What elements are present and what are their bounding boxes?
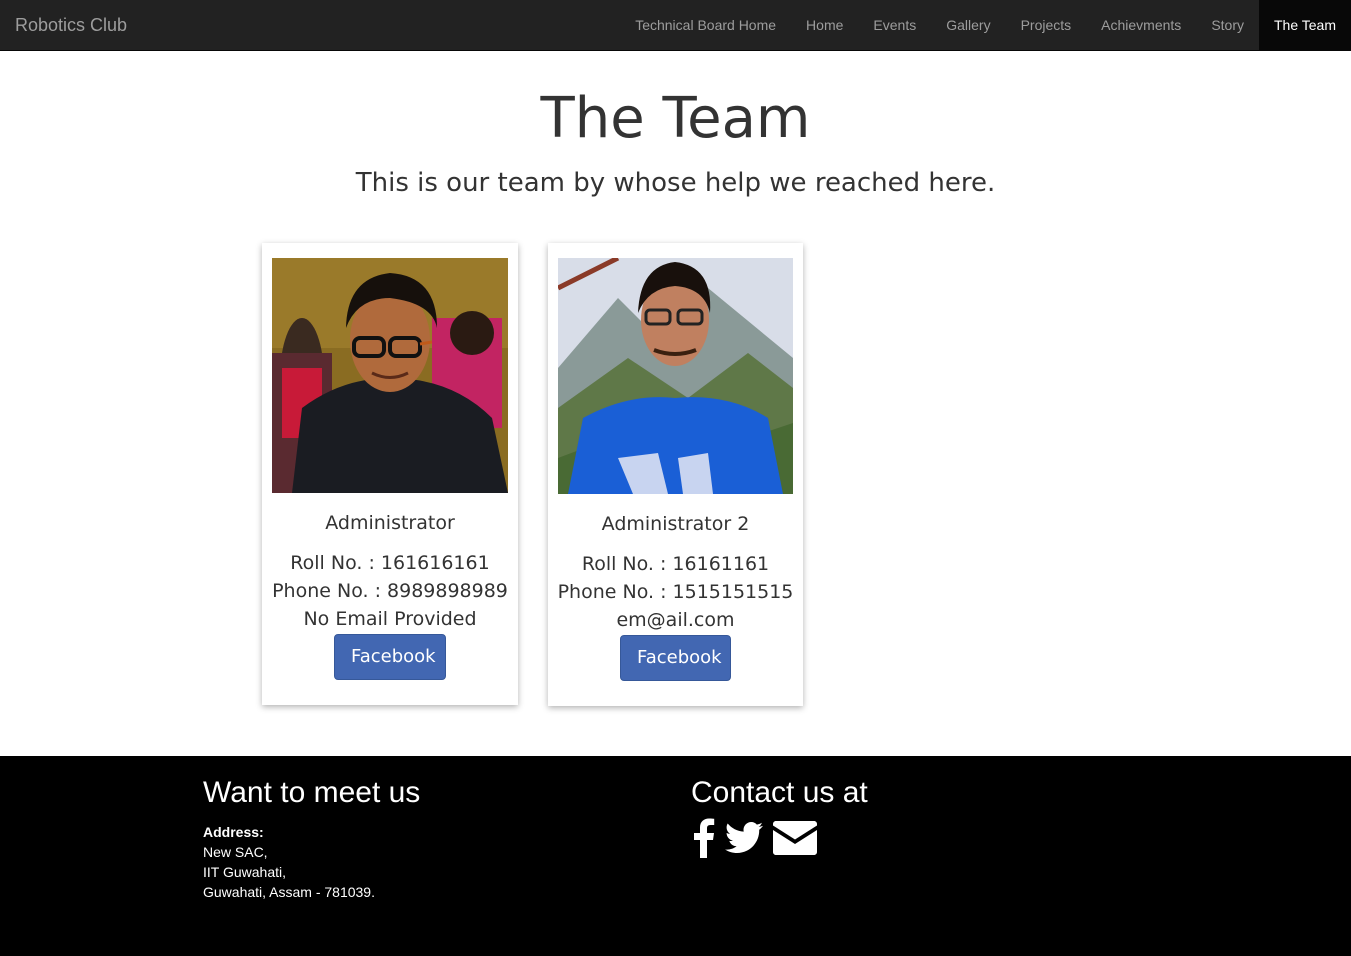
contact-us-heading: Contact us at bbox=[691, 776, 868, 809]
nav-link-events[interactable]: Events bbox=[858, 0, 931, 50]
nav-link-achievments[interactable]: Achievments bbox=[1086, 0, 1196, 50]
team-member-card: Administrator Roll No. : 161616161 Phone… bbox=[262, 243, 518, 705]
member-role: Administrator bbox=[325, 512, 455, 534]
facebook-icon[interactable] bbox=[691, 818, 715, 858]
member-email[interactable]: em@ail.com bbox=[548, 606, 803, 634]
nav-item-events: Events bbox=[858, 0, 931, 50]
address-block: Address: New SAC, IIT Guwahati, Guwahati… bbox=[203, 822, 375, 902]
nav-link-technical-board-home[interactable]: Technical Board Home bbox=[620, 0, 791, 50]
footer: Want to meet us Address: New SAC, IIT Gu… bbox=[0, 756, 1351, 956]
nav-item-home: Home bbox=[791, 0, 858, 50]
team-member-card: Administrator 2 Roll No. : 16161161 Phon… bbox=[548, 243, 803, 706]
page-title: The Team bbox=[540, 86, 811, 151]
nav-item-story: Story bbox=[1196, 0, 1259, 50]
member-photo bbox=[272, 258, 508, 493]
top-navbar: Robotics Club Technical Board Home Home … bbox=[0, 0, 1351, 51]
page-subtitle: This is our team by whose help we reache… bbox=[355, 168, 996, 198]
member-info: Roll No. : 161616161 Phone No. : 8989898… bbox=[262, 549, 518, 633]
member-roll: Roll No. : 161616161 bbox=[290, 552, 490, 574]
nav-item-the-team: The Team bbox=[1259, 0, 1351, 50]
brand-link[interactable]: Robotics Club bbox=[15, 0, 127, 50]
member-info: Roll No. : 16161161 Phone No. : 15151515… bbox=[548, 550, 803, 634]
facebook-button[interactable]: Facebook bbox=[334, 634, 446, 680]
nav-item-projects: Projects bbox=[1006, 0, 1087, 50]
facebook-button[interactable]: Facebook bbox=[620, 635, 731, 681]
address-line: New SAC, bbox=[203, 844, 268, 860]
nav-link-story[interactable]: Story bbox=[1196, 0, 1259, 50]
nav-link-the-team[interactable]: The Team bbox=[1259, 0, 1351, 50]
nav-menu: Technical Board Home Home Events Gallery… bbox=[620, 0, 1351, 50]
meet-us-heading: Want to meet us bbox=[203, 776, 421, 809]
nav-item-technical-board-home: Technical Board Home bbox=[620, 0, 791, 50]
address-line: Guwahati, Assam - 781039. bbox=[203, 884, 375, 900]
member-role: Administrator 2 bbox=[601, 513, 750, 535]
address-label: Address: bbox=[203, 824, 264, 840]
nav-link-home[interactable]: Home bbox=[791, 0, 858, 50]
social-links bbox=[691, 818, 817, 858]
member-phone: Phone No. : 1515151515 bbox=[557, 581, 794, 603]
member-photo bbox=[558, 258, 793, 494]
member-phone: Phone No. : 8989898989 bbox=[272, 580, 508, 602]
member-roll: Roll No. : 16161161 bbox=[581, 553, 770, 575]
address-line: IIT Guwahati, bbox=[203, 864, 287, 880]
twitter-icon[interactable] bbox=[725, 822, 763, 854]
nav-item-gallery: Gallery bbox=[931, 0, 1005, 50]
envelope-icon[interactable] bbox=[773, 821, 817, 855]
nav-item-achievments: Achievments bbox=[1086, 0, 1196, 50]
member-email: No Email Provided bbox=[303, 608, 477, 630]
nav-link-projects[interactable]: Projects bbox=[1006, 0, 1087, 50]
nav-link-gallery[interactable]: Gallery bbox=[931, 0, 1005, 50]
